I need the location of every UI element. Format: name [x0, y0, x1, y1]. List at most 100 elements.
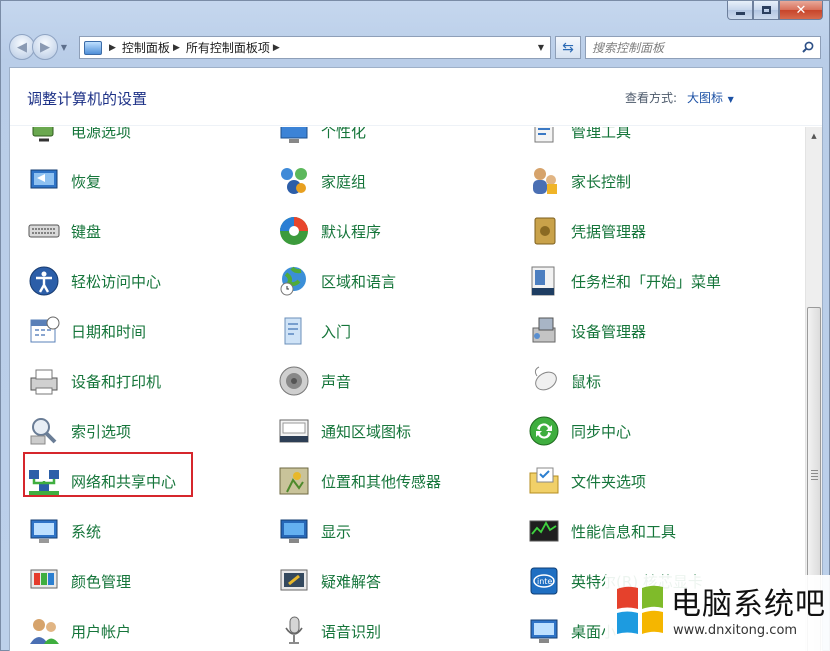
- item-default-programs[interactable]: 默认程序: [277, 211, 381, 251]
- item-label[interactable]: 语音识别: [321, 621, 381, 642]
- control-panel-window: ✕ ◀ ▶ ▼ ▶ 控制面板 ▶ 所有控制面板项 ▶ ▼ ⇆ 调整计算机的设置: [0, 0, 830, 651]
- item-label[interactable]: 设备管理器: [571, 321, 646, 342]
- address-dropdown-button[interactable]: ▼: [532, 37, 550, 58]
- search-input[interactable]: [592, 40, 792, 55]
- grip-line: [811, 473, 818, 474]
- item-homegroup[interactable]: 家庭组: [277, 161, 366, 201]
- vertical-scrollbar[interactable]: ▲: [805, 127, 822, 651]
- item-desktop-gadgets[interactable]: 桌面小: [527, 611, 616, 651]
- view-by-value[interactable]: 大图标: [687, 91, 723, 105]
- item-label[interactable]: 疑难解答: [321, 571, 381, 592]
- item-speech[interactable]: 语音识别: [277, 611, 381, 651]
- watermark-url: www.dnxitong.com: [673, 623, 798, 638]
- item-ease-access[interactable]: 轻松访问中心: [27, 261, 161, 301]
- item-personalize[interactable]: 个性化: [277, 127, 366, 151]
- item-sync[interactable]: 同步中心: [527, 411, 631, 451]
- getting-started-icon: [277, 314, 311, 348]
- windows-logo-icon: [617, 585, 663, 634]
- forward-button[interactable]: ▶: [32, 34, 58, 60]
- item-datetime[interactable]: 日期和时间: [27, 311, 146, 351]
- item-label[interactable]: 个性化: [321, 127, 366, 142]
- item-label[interactable]: 区域和语言: [321, 271, 396, 292]
- dropdown-arrow-icon[interactable]: ▼: [725, 95, 734, 104]
- item-label[interactable]: 用户帐户: [71, 621, 131, 642]
- item-mouse[interactable]: 鼠标: [527, 361, 601, 401]
- item-label[interactable]: 轻松访问中心: [71, 271, 161, 292]
- item-label[interactable]: 任务栏和「开始」菜单: [571, 271, 721, 292]
- troubleshooting-icon: [277, 564, 311, 598]
- chevron-right-icon[interactable]: ▶: [109, 43, 116, 53]
- item-label[interactable]: 通知区域图标: [321, 421, 411, 442]
- item-network[interactable]: 网络和共享中心: [27, 461, 176, 501]
- close-button[interactable]: ✕: [779, 1, 823, 20]
- item-label[interactable]: 系统: [71, 521, 101, 542]
- item-sound[interactable]: 声音: [277, 361, 351, 401]
- maximize-button[interactable]: [753, 1, 779, 20]
- item-recovery[interactable]: 恢复: [27, 161, 101, 201]
- item-label[interactable]: 同步中心: [571, 421, 631, 442]
- minimize-button[interactable]: [727, 1, 753, 20]
- user-accounts-icon: [27, 614, 61, 648]
- page-title: 调整计算机的设置: [27, 90, 148, 108]
- view-by-dropdown[interactable]: 大图标 ▼: [687, 89, 734, 106]
- item-label[interactable]: 位置和其他传感器: [321, 471, 441, 492]
- item-region[interactable]: 区域和语言: [277, 261, 396, 301]
- item-label[interactable]: 家长控制: [571, 171, 631, 192]
- item-label[interactable]: 设备和打印机: [71, 371, 161, 392]
- forward-arrow-icon: ▶: [40, 39, 50, 55]
- keyboard-icon: [27, 214, 61, 248]
- item-display[interactable]: 显示: [277, 511, 351, 551]
- chevron-right-icon[interactable]: ▶: [273, 43, 280, 53]
- item-system[interactable]: 系统: [27, 511, 101, 551]
- item-label[interactable]: 声音: [321, 371, 351, 392]
- indexing-icon: [27, 414, 61, 448]
- search-icon[interactable]: [802, 41, 814, 53]
- item-device-manager[interactable]: 设备管理器: [527, 311, 646, 351]
- search-box[interactable]: [585, 36, 821, 59]
- item-label[interactable]: 入门: [321, 321, 351, 342]
- item-devices-printers[interactable]: 设备和打印机: [27, 361, 161, 401]
- item-color[interactable]: 颜色管理: [27, 561, 131, 601]
- recent-pages-dropdown[interactable]: ▼: [58, 43, 70, 52]
- item-label[interactable]: 键盘: [71, 221, 101, 242]
- scroll-up-arrow-icon[interactable]: ▲: [806, 127, 822, 144]
- item-keyboard[interactable]: 键盘: [27, 211, 101, 251]
- item-label[interactable]: 鼠标: [571, 371, 601, 392]
- folder-options-icon: [527, 464, 561, 498]
- item-getting-started[interactable]: 入门: [277, 311, 351, 351]
- item-label[interactable]: 凭据管理器: [571, 221, 646, 242]
- item-location[interactable]: 位置和其他传感器: [277, 461, 441, 501]
- item-label[interactable]: 默认程序: [321, 221, 381, 242]
- item-folder-options[interactable]: 文件夹选项: [527, 461, 646, 501]
- item-troubleshoot[interactable]: 疑难解答: [277, 561, 381, 601]
- item-label[interactable]: 网络和共享中心: [71, 471, 176, 492]
- item-performance[interactable]: 性能信息和工具: [527, 511, 676, 551]
- item-notification[interactable]: 通知区域图标: [277, 411, 411, 451]
- item-credentials[interactable]: 凭据管理器: [527, 211, 646, 251]
- item-label[interactable]: 显示: [321, 521, 351, 542]
- item-label[interactable]: 恢复: [71, 171, 101, 192]
- devices-printers-icon: [27, 364, 61, 398]
- chevron-right-icon[interactable]: ▶: [173, 43, 180, 53]
- breadcrumb-control-panel[interactable]: 控制面板: [122, 39, 170, 56]
- item-parental[interactable]: 家长控制: [527, 161, 631, 201]
- item-label[interactable]: 电源选项: [71, 127, 131, 142]
- network-sharing-icon: [27, 464, 61, 498]
- item-label[interactable]: 性能信息和工具: [571, 521, 676, 542]
- item-label[interactable]: 家庭组: [321, 171, 366, 192]
- item-label[interactable]: 管理工具: [571, 127, 631, 142]
- address-bar[interactable]: ▶ 控制面板 ▶ 所有控制面板项 ▶ ▼: [79, 36, 551, 59]
- window-caption-buttons: ✕: [727, 1, 823, 21]
- item-taskbar[interactable]: 任务栏和「开始」菜单: [527, 261, 721, 301]
- item-admin-tools[interactable]: 管理工具: [527, 127, 631, 151]
- item-label[interactable]: 颜色管理: [71, 571, 131, 592]
- item-label[interactable]: 文件夹选项: [571, 471, 646, 492]
- item-indexing[interactable]: 索引选项: [27, 411, 131, 451]
- breadcrumb-all-items[interactable]: 所有控制面板项: [186, 39, 270, 56]
- item-user-accounts[interactable]: 用户帐户: [27, 611, 131, 651]
- item-label[interactable]: 索引选项: [71, 421, 131, 442]
- item-power[interactable]: 电源选项: [27, 127, 131, 151]
- item-label[interactable]: 日期和时间: [71, 321, 146, 342]
- notification-area-icon: [277, 414, 311, 448]
- refresh-button[interactable]: ⇆: [555, 36, 581, 59]
